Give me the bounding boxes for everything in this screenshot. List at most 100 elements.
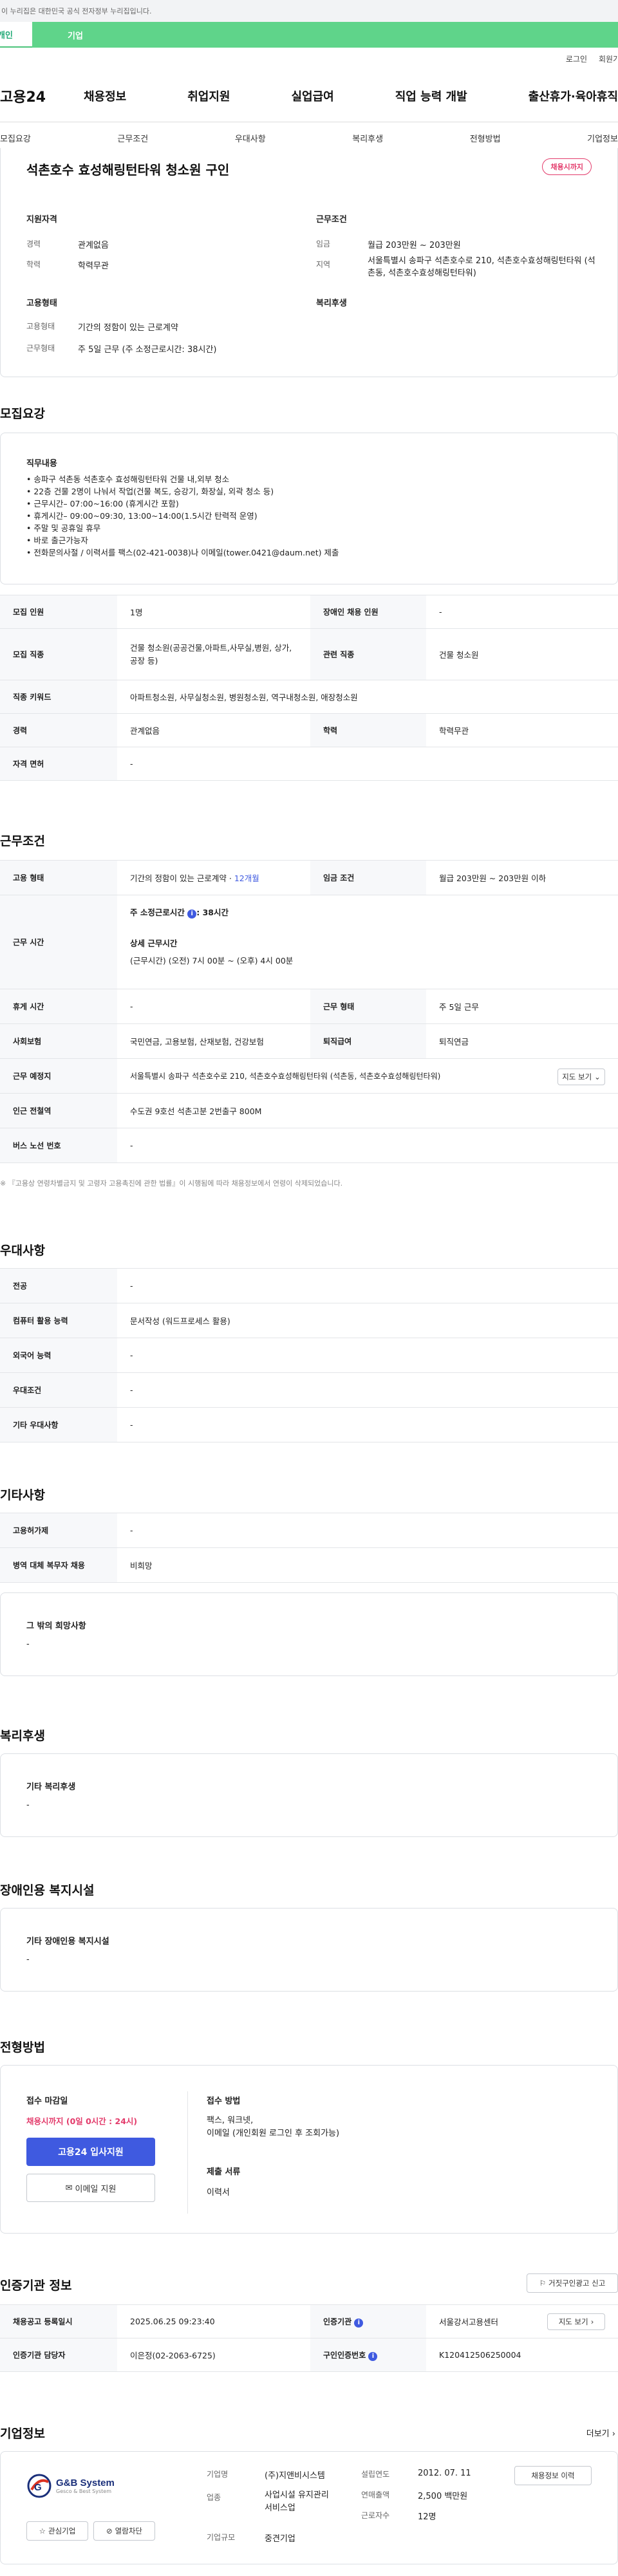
apply-button[interactable]: 고용24 입사지원 bbox=[26, 2138, 155, 2166]
duty-item: • 전화문의사절 / 이력서를 팩스(02-421-0038)나 이메일(tow… bbox=[26, 548, 339, 557]
deadline-label: 접수 마감일 bbox=[26, 2096, 68, 2106]
agency-title: 인증기관 정보 bbox=[0, 2279, 72, 2293]
subnav-apply[interactable]: 전형방법 bbox=[470, 132, 501, 144]
bus-label: 버스 노선 번호 bbox=[0, 1128, 117, 1163]
pref-computer-value: 문서작성 (워드프로세스 활용) bbox=[117, 1303, 618, 1338]
edu-label: 학력 bbox=[26, 260, 41, 269]
map-button[interactable]: 지도 보기 ⌄ bbox=[557, 1069, 605, 1085]
site-logo-text: 고용24 bbox=[0, 89, 46, 106]
duty-item: • 송파구 석촌동 석촌호수 효성해링턴타워 건물 내,외부 청소 bbox=[26, 474, 230, 484]
hours-label: 근무형태 bbox=[26, 344, 55, 353]
mail-icon: ✉ bbox=[65, 2183, 73, 2193]
insurance-value: 국민연금, 고용보험, 산재보험, 건강보험 bbox=[117, 1023, 310, 1059]
gnb-item-employment-support[interactable]: 취업지원 bbox=[187, 88, 230, 104]
gnb-item-leave[interactable]: 출산휴가·육아휴직 bbox=[529, 88, 618, 104]
preference-table: 전공 - 컴퓨터 활용 능력 문서작성 (워드프로세스 활용) 외국어 능력 - 우대… bbox=[0, 1268, 618, 1442]
req-career-value: 관계없음 bbox=[117, 713, 310, 747]
manager-value: 이은정(02-2063-6725) bbox=[117, 2338, 310, 2372]
subnav-recruit[interactable]: 모집요강 bbox=[0, 132, 31, 144]
welfare-subheading: 기타 복리후생 bbox=[26, 1782, 76, 1792]
docs-label: 제출 서류 bbox=[207, 2167, 241, 2177]
break-value: - bbox=[117, 989, 310, 1024]
req-career-label: 경력 bbox=[0, 713, 117, 747]
qual-heading: 지원자격 bbox=[26, 215, 57, 225]
docs-value: 이력서 bbox=[207, 2188, 230, 2198]
subnav-welfare[interactable]: 복리후생 bbox=[352, 132, 383, 144]
subnav-conditions[interactable]: 근무조건 bbox=[117, 132, 148, 144]
block-view-button[interactable]: ⊘ 열람차단 bbox=[93, 2521, 155, 2541]
company-more-link[interactable]: 더보기 › bbox=[586, 2427, 615, 2439]
company-industry-value: 사업시설 유지관리 서비스업 bbox=[265, 2490, 329, 2513]
company-title: 기업정보 bbox=[0, 2427, 45, 2441]
gnb-item-unemployment[interactable]: 실업급여 bbox=[292, 88, 334, 104]
work-hours-cell: 주 소정근로시간 i: 38시간 상세 근무시간 (근무시간) (오전) 7시 … bbox=[117, 895, 618, 989]
gov-banner: 이 누리집은 대한민국 공식 전자정부 누리집입니다. bbox=[0, 0, 618, 22]
company-card: G G&B System Gesco & Best System ☆ 관심기업 ⊘… bbox=[0, 2451, 618, 2564]
agency-label-text: 인증기관 bbox=[323, 2317, 352, 2326]
related-value: 건물 청소원 bbox=[426, 628, 618, 680]
method-label: 접수 방법 bbox=[207, 2096, 241, 2106]
disabled-fac-subheading: 기타 장애인용 복지시설 bbox=[26, 1937, 109, 1946]
company-size-value: 중견기업 bbox=[265, 2534, 295, 2544]
job-title: 석촌호수 효성해링턴타워 청소원 구인 bbox=[26, 162, 230, 178]
hours-week-value: : 38시간 bbox=[196, 908, 229, 917]
subway-value: 수도권 9호선 석촌고분 2번출구 800M bbox=[117, 1093, 618, 1128]
login-link[interactable]: 로그인 bbox=[566, 53, 587, 64]
hours-value: 주 5일 근무 (주 소정근로시간: 38시간) bbox=[78, 345, 217, 355]
place-value: 서울특별시 송파구 석촌호수로 210, 석촌호수효성해링턴타워 (석촌동, 석… bbox=[130, 1072, 441, 1081]
info-icon[interactable]: i bbox=[354, 2318, 364, 2328]
agency-value: 서울강서고용센터 bbox=[439, 2317, 499, 2327]
gnb-item-training[interactable]: 직업 능력 개발 bbox=[395, 88, 467, 104]
agency-label: 인증기관 i bbox=[310, 2304, 426, 2338]
preference-title: 우대사항 bbox=[0, 1244, 45, 1258]
disabled-fac-title: 장애인용 복지시설 bbox=[0, 1883, 95, 1898]
tab-personal[interactable]: 개인 bbox=[0, 22, 32, 48]
tab-corporate[interactable]: 기업 bbox=[32, 22, 618, 48]
duty-item: • 근무시간– 07:00~16:00 (휴게시간 포함) bbox=[26, 499, 179, 509]
agency-map-label: 지도 보기 bbox=[558, 2317, 588, 2326]
agency-cell: 서울강서고용센터 지도 보기 › bbox=[426, 2304, 618, 2338]
svg-text:G: G bbox=[34, 2482, 42, 2493]
retire-label: 퇴직급여 bbox=[310, 1023, 426, 1059]
info-icon[interactable]: i bbox=[368, 2351, 378, 2361]
favorite-company-button[interactable]: ☆ 관심기업 bbox=[26, 2521, 88, 2541]
pref-language-label: 외국어 능력 bbox=[0, 1338, 117, 1373]
subnav-preference[interactable]: 우대사항 bbox=[235, 132, 266, 144]
disabled-value: - bbox=[426, 595, 618, 629]
wage-value: 월급 203만원 ~ 203만원 bbox=[368, 241, 461, 250]
hours-week-line: 주 소정근로시간 i: 38시간 bbox=[130, 906, 605, 919]
report-button-label: 거짓구인광고 신고 bbox=[548, 2279, 606, 2288]
company-sales-value: 2,500 백만원 bbox=[418, 2492, 468, 2501]
duty-item: • 바로 출근가능자 bbox=[26, 536, 88, 545]
block-view-label: 열람차단 bbox=[115, 2526, 142, 2535]
recruit-title: 모집요강 bbox=[0, 407, 45, 421]
job-history-button[interactable]: 채용정보 이력 bbox=[514, 2466, 592, 2485]
count-label: 모집 인원 bbox=[0, 595, 117, 629]
apply-title: 전형방법 bbox=[0, 2040, 45, 2055]
duty-heading: 직무내용 bbox=[26, 459, 57, 469]
signup-link[interactable]: 회원가입 bbox=[599, 53, 618, 64]
pref-other-label: 기타 우대사항 bbox=[0, 1407, 117, 1442]
deadline-badge: 채용시까지 bbox=[542, 158, 592, 175]
subnav-company[interactable]: 기업정보 bbox=[587, 132, 618, 144]
job-label: 모집 직종 bbox=[0, 628, 117, 680]
tab-personal-label: 개인 bbox=[0, 30, 13, 41]
gnb-menu: 채용정보 취업지원 실업급여 직업 능력 개발 출산휴가·육아휴직 bbox=[71, 88, 618, 104]
hours-detail-value: (근무시간) (오전) 7시 00분 ~ (오후) 4시 00분 bbox=[130, 956, 294, 966]
count-value: 1명 bbox=[117, 595, 310, 629]
gnb-item-jobs[interactable]: 채용정보 bbox=[84, 88, 126, 104]
company-logo-mark: G bbox=[27, 2474, 52, 2498]
site-logo[interactable]: 고용24 bbox=[0, 86, 71, 106]
report-button[interactable]: ⚐ 거짓구인광고 신고 bbox=[527, 2273, 618, 2293]
info-icon[interactable]: i bbox=[187, 910, 197, 919]
disabled-fac-card: 기타 장애인용 복지시설 - bbox=[0, 1908, 618, 1992]
email-apply-button[interactable]: ✉ 이메일 지원 bbox=[26, 2174, 155, 2202]
chevron-down-icon: ⌄ bbox=[594, 1072, 601, 1081]
utility-bar: 로그인 회원가입 bbox=[0, 48, 618, 70]
reg-label: 채용공고 등록일시 bbox=[0, 2304, 117, 2338]
divider bbox=[187, 2091, 188, 2214]
emp-heading: 고용형태 bbox=[26, 299, 57, 308]
etc-military-label: 병역 대체 복무자 채용 bbox=[0, 1547, 117, 1583]
agency-map-button[interactable]: 지도 보기 › bbox=[547, 2313, 605, 2330]
duty-item: • 주말 및 공휴일 휴무 bbox=[26, 523, 101, 533]
